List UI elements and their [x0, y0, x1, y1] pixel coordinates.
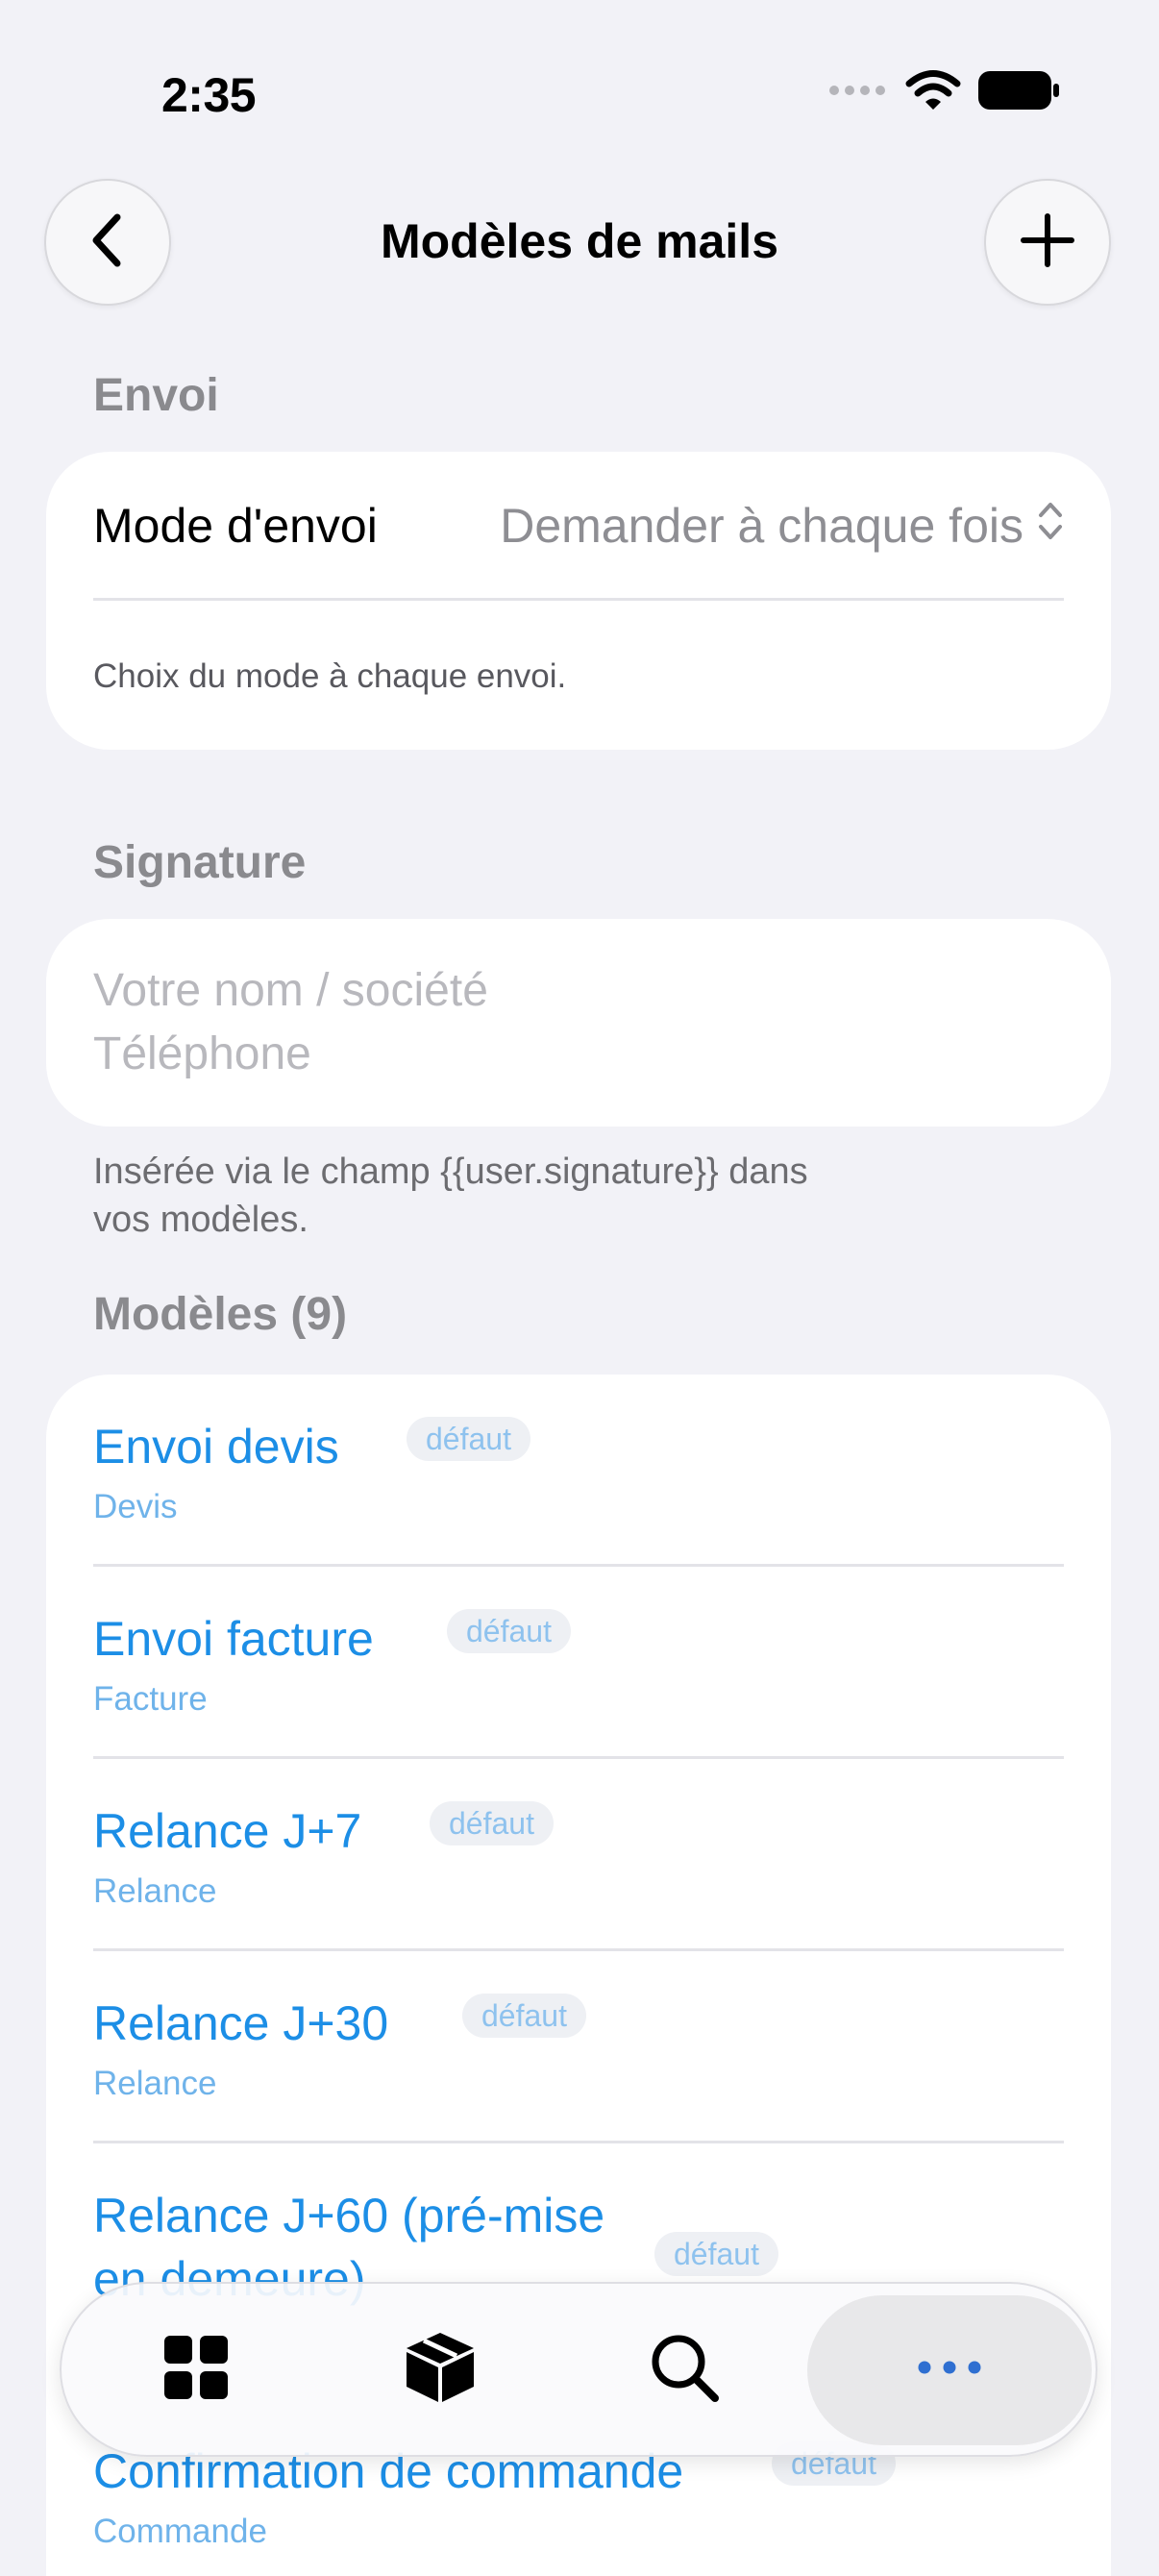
send-mode-picker[interactable]: Demander à chaque fois	[500, 498, 1064, 554]
package-icon	[405, 2331, 476, 2409]
add-template-button[interactable]	[984, 179, 1111, 306]
tab-search[interactable]	[607, 2284, 761, 2455]
envoi-card: Mode d'envoi Demander à chaque fois Choi…	[46, 452, 1111, 750]
status-icons	[828, 69, 1059, 116]
send-mode-row[interactable]: Mode d'envoi Demander à chaque fois	[93, 452, 1064, 600]
template-category: Relance	[93, 2065, 217, 2102]
default-badge: défaut	[407, 1417, 530, 1461]
tab-products[interactable]	[363, 2284, 517, 2455]
tab-bar	[60, 2282, 1097, 2457]
template-category: Commande	[93, 2513, 267, 2550]
signature-placeholder-name: Votre nom / société	[93, 965, 488, 1016]
template-category: Devis	[93, 1488, 178, 1525]
signature-field[interactable]: Votre nom / société Téléphone	[46, 919, 1111, 1127]
signature-footer-line2: vos modèles.	[93, 1200, 308, 1240]
default-badge: défaut	[430, 1801, 554, 1845]
signature-placeholder-phone: Téléphone	[93, 1028, 311, 1079]
template-title: Envoi devis	[93, 1420, 339, 1474]
template-title: Relance J+60 (pré-mise	[93, 2189, 605, 2242]
tab-more[interactable]	[807, 2284, 1092, 2455]
default-badge: défaut	[654, 2232, 778, 2276]
section-header-templates: Modèles (9)	[93, 1289, 348, 1340]
signature-input[interactable]: Votre nom / société Téléphone	[93, 959, 488, 1086]
plus-icon	[1019, 211, 1076, 274]
signature-footer-line1: Insérée via le champ {{user.signature}} …	[93, 1152, 808, 1192]
send-mode-caption: Choix du mode à chaque envoi.	[93, 657, 567, 695]
tab-dashboard[interactable]	[119, 2284, 273, 2455]
template-title: Relance J+30	[93, 1996, 389, 2050]
section-header-envoi: Envoi	[93, 370, 219, 421]
cellular-dots-icon	[828, 84, 888, 102]
list-item[interactable]: Envoi devis défaut Devis	[93, 1375, 1064, 1567]
send-mode-value: Demander à chaque fois	[500, 499, 1023, 553]
send-mode-label: Mode d'envoi	[93, 499, 378, 553]
default-badge: défaut	[447, 1609, 571, 1653]
list-item[interactable]: Relance J+7 défaut Relance	[93, 1759, 1064, 1951]
template-category: Relance	[93, 1872, 217, 1910]
template-title: Relance J+7	[93, 1804, 362, 1858]
wifi-icon	[905, 69, 961, 116]
list-item[interactable]: Envoi facture défaut Facture	[93, 1567, 1064, 1759]
list-item[interactable]: Relance J+30 défaut Relance	[93, 1951, 1064, 2143]
status-time: 2:35	[161, 68, 257, 122]
signature-footer: Insérée via le champ {{user.signature}} …	[93, 1148, 808, 1244]
template-title: Envoi facture	[93, 1612, 374, 1666]
more-icon	[918, 2361, 981, 2379]
grid-icon	[164, 2335, 228, 2404]
battery-icon	[978, 71, 1059, 114]
chevron-up-down-icon	[1037, 498, 1064, 554]
section-header-signature: Signature	[93, 837, 307, 888]
default-badge: défaut	[462, 1994, 586, 2038]
search-icon	[650, 2333, 719, 2407]
template-category: Facture	[93, 1680, 208, 1718]
divider	[93, 598, 1064, 601]
